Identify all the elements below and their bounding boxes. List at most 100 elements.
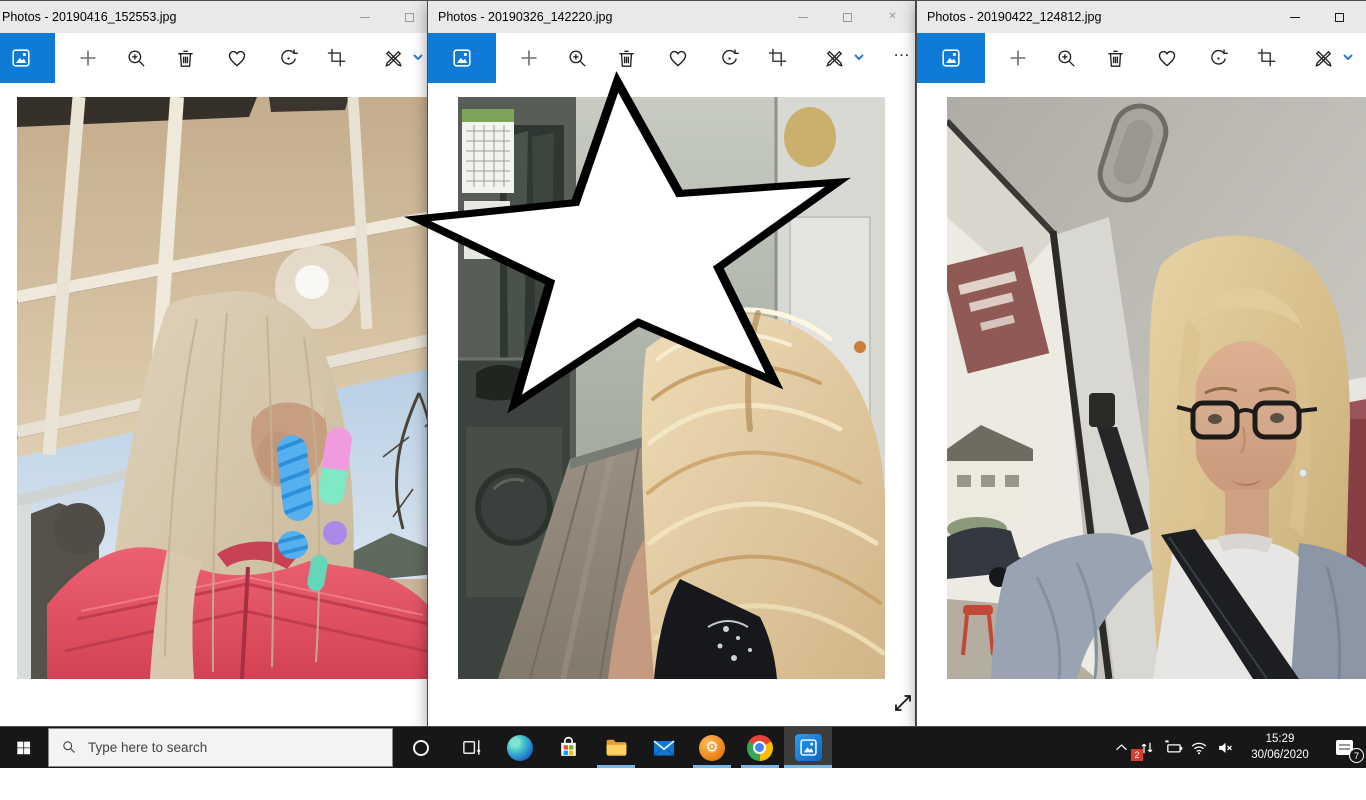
edit-create-dropdown[interactable] [852, 50, 866, 64]
zoom-in-icon [566, 47, 589, 70]
edit-create-dropdown[interactable] [411, 50, 425, 64]
tray-sync[interactable]: 2 [1134, 727, 1160, 768]
cortana-button[interactable] [393, 727, 448, 768]
action-center-button[interactable]: 7 [1322, 727, 1366, 768]
edit-create-dropdown[interactable] [1341, 50, 1355, 64]
see-more-button[interactable]: … [887, 41, 917, 61]
photos-app-icon [10, 47, 32, 69]
minimize-button[interactable] [1272, 1, 1317, 33]
photo-1 [17, 97, 447, 679]
edit-create-button[interactable] [1306, 33, 1340, 83]
window-title: Photos - 20190422_124812.jpg [927, 1, 1101, 33]
taskbar-item-chrome[interactable] [736, 727, 784, 768]
zoom-button[interactable] [1046, 33, 1086, 83]
close-button[interactable]: ✕ [870, 1, 915, 33]
minimize-icon [1290, 17, 1300, 18]
photo-canvas: efé CZYSZCZĄ dba o ży [917, 83, 1366, 726]
chevron-down-icon [411, 50, 425, 64]
close-icon: ✕ [888, 12, 896, 22]
tray-show-hidden-icons[interactable] [1108, 727, 1134, 768]
chevron-down-icon [1341, 50, 1355, 64]
window-title: Photos - 20190416_152553.jpg [2, 1, 176, 33]
maximize-button[interactable] [387, 1, 432, 33]
titlebar[interactable]: Photos - 20190326_142220.jpg ✕ [428, 1, 915, 33]
rotate-icon [277, 47, 300, 70]
crop-icon [326, 47, 348, 69]
taskbar-item-photos[interactable] [784, 727, 832, 768]
chevron-up-icon [1113, 739, 1130, 756]
window-title: Photos - 20190326_142220.jpg [438, 1, 612, 33]
heart-icon [1155, 46, 1179, 70]
taskbar-item-store[interactable] [544, 727, 592, 768]
clock-date: 30/06/2020 [1244, 748, 1316, 764]
store-icon [556, 735, 581, 760]
desktop: Photos - 20190416_152553.jpg ✕ … [0, 0, 1366, 800]
add-to-button[interactable] [509, 33, 549, 83]
add-to-button[interactable] [68, 33, 108, 83]
taskbar: Type here to search ⚙ [0, 727, 1366, 768]
delete-button[interactable] [1095, 33, 1135, 83]
search-placeholder: Type here to search [88, 740, 207, 755]
tray-battery[interactable] [1160, 727, 1186, 768]
zoom-button[interactable] [116, 33, 156, 83]
titlebar[interactable]: Photos - 20190416_152553.jpg ✕ [0, 1, 477, 33]
favorite-button[interactable] [217, 33, 257, 83]
minimize-button[interactable] [342, 1, 387, 33]
see-all-photos-button[interactable] [0, 33, 55, 83]
plus-icon [1006, 46, 1030, 70]
photos-window-2: Photos - 20190326_142220.jpg ✕ … [427, 0, 916, 727]
clock[interactable]: 15:29 30/06/2020 [1244, 732, 1316, 763]
rotate-button[interactable] [1198, 33, 1238, 83]
fit-to-window-button[interactable] [892, 692, 914, 714]
running-indicator [784, 765, 832, 768]
photos-app-icon [940, 47, 962, 69]
toolbar: … [0, 33, 477, 83]
taskbar-item-gear-app[interactable]: ⚙ [688, 727, 736, 768]
file-explorer-icon [604, 735, 629, 760]
mail-icon [652, 736, 676, 760]
tray-volume[interactable] [1212, 727, 1238, 768]
photos-icon [795, 734, 822, 761]
close-button[interactable]: ✕ [1362, 1, 1366, 33]
start-button[interactable] [0, 727, 48, 768]
favorite-button[interactable] [1147, 33, 1187, 83]
running-indicator [597, 765, 635, 768]
maximize-icon [843, 13, 852, 22]
add-to-button[interactable] [998, 33, 1038, 83]
volume-muted-icon [1216, 738, 1235, 757]
delete-button[interactable] [165, 33, 205, 83]
crop-button[interactable] [1247, 33, 1287, 83]
taskbar-item-edge[interactable] [496, 727, 544, 768]
maximize-icon [1335, 13, 1344, 22]
chrome-icon [747, 735, 773, 761]
see-all-photos-button[interactable] [917, 33, 985, 83]
expand-icon [892, 692, 914, 714]
chevron-down-icon [852, 50, 866, 64]
taskbar-item-mail[interactable] [640, 727, 688, 768]
crop-button[interactable] [317, 33, 357, 83]
edit-icon [1312, 47, 1335, 70]
zoom-in-icon [1055, 47, 1078, 70]
system-tray: 2 15:29 30/06/2020 7 [1108, 727, 1366, 768]
titlebar[interactable]: Photos - 20190422_124812.jpg ✕ [917, 1, 1366, 33]
maximize-icon [405, 13, 414, 22]
maximize-button[interactable] [1317, 1, 1362, 33]
heart-icon [225, 46, 249, 70]
edit-create-button[interactable] [376, 33, 410, 83]
notifications-badge: 7 [1349, 748, 1364, 763]
rotate-button[interactable] [268, 33, 308, 83]
edge-icon [507, 735, 533, 761]
see-all-photos-button[interactable] [428, 33, 496, 83]
maximize-button[interactable] [825, 1, 870, 33]
star-overlay [382, 51, 879, 426]
search-input[interactable]: Type here to search [48, 728, 393, 767]
running-indicator [693, 765, 731, 768]
minimize-button[interactable] [780, 1, 825, 33]
plus-icon [517, 46, 541, 70]
tray-wifi[interactable] [1186, 727, 1212, 768]
minimize-icon [798, 17, 808, 18]
photos-window-3: Photos - 20190422_124812.jpg ✕ … [916, 0, 1366, 727]
taskview-button[interactable] [448, 727, 496, 768]
taskbar-item-file-explorer[interactable] [592, 727, 640, 768]
battery-charging-icon [1163, 737, 1184, 758]
